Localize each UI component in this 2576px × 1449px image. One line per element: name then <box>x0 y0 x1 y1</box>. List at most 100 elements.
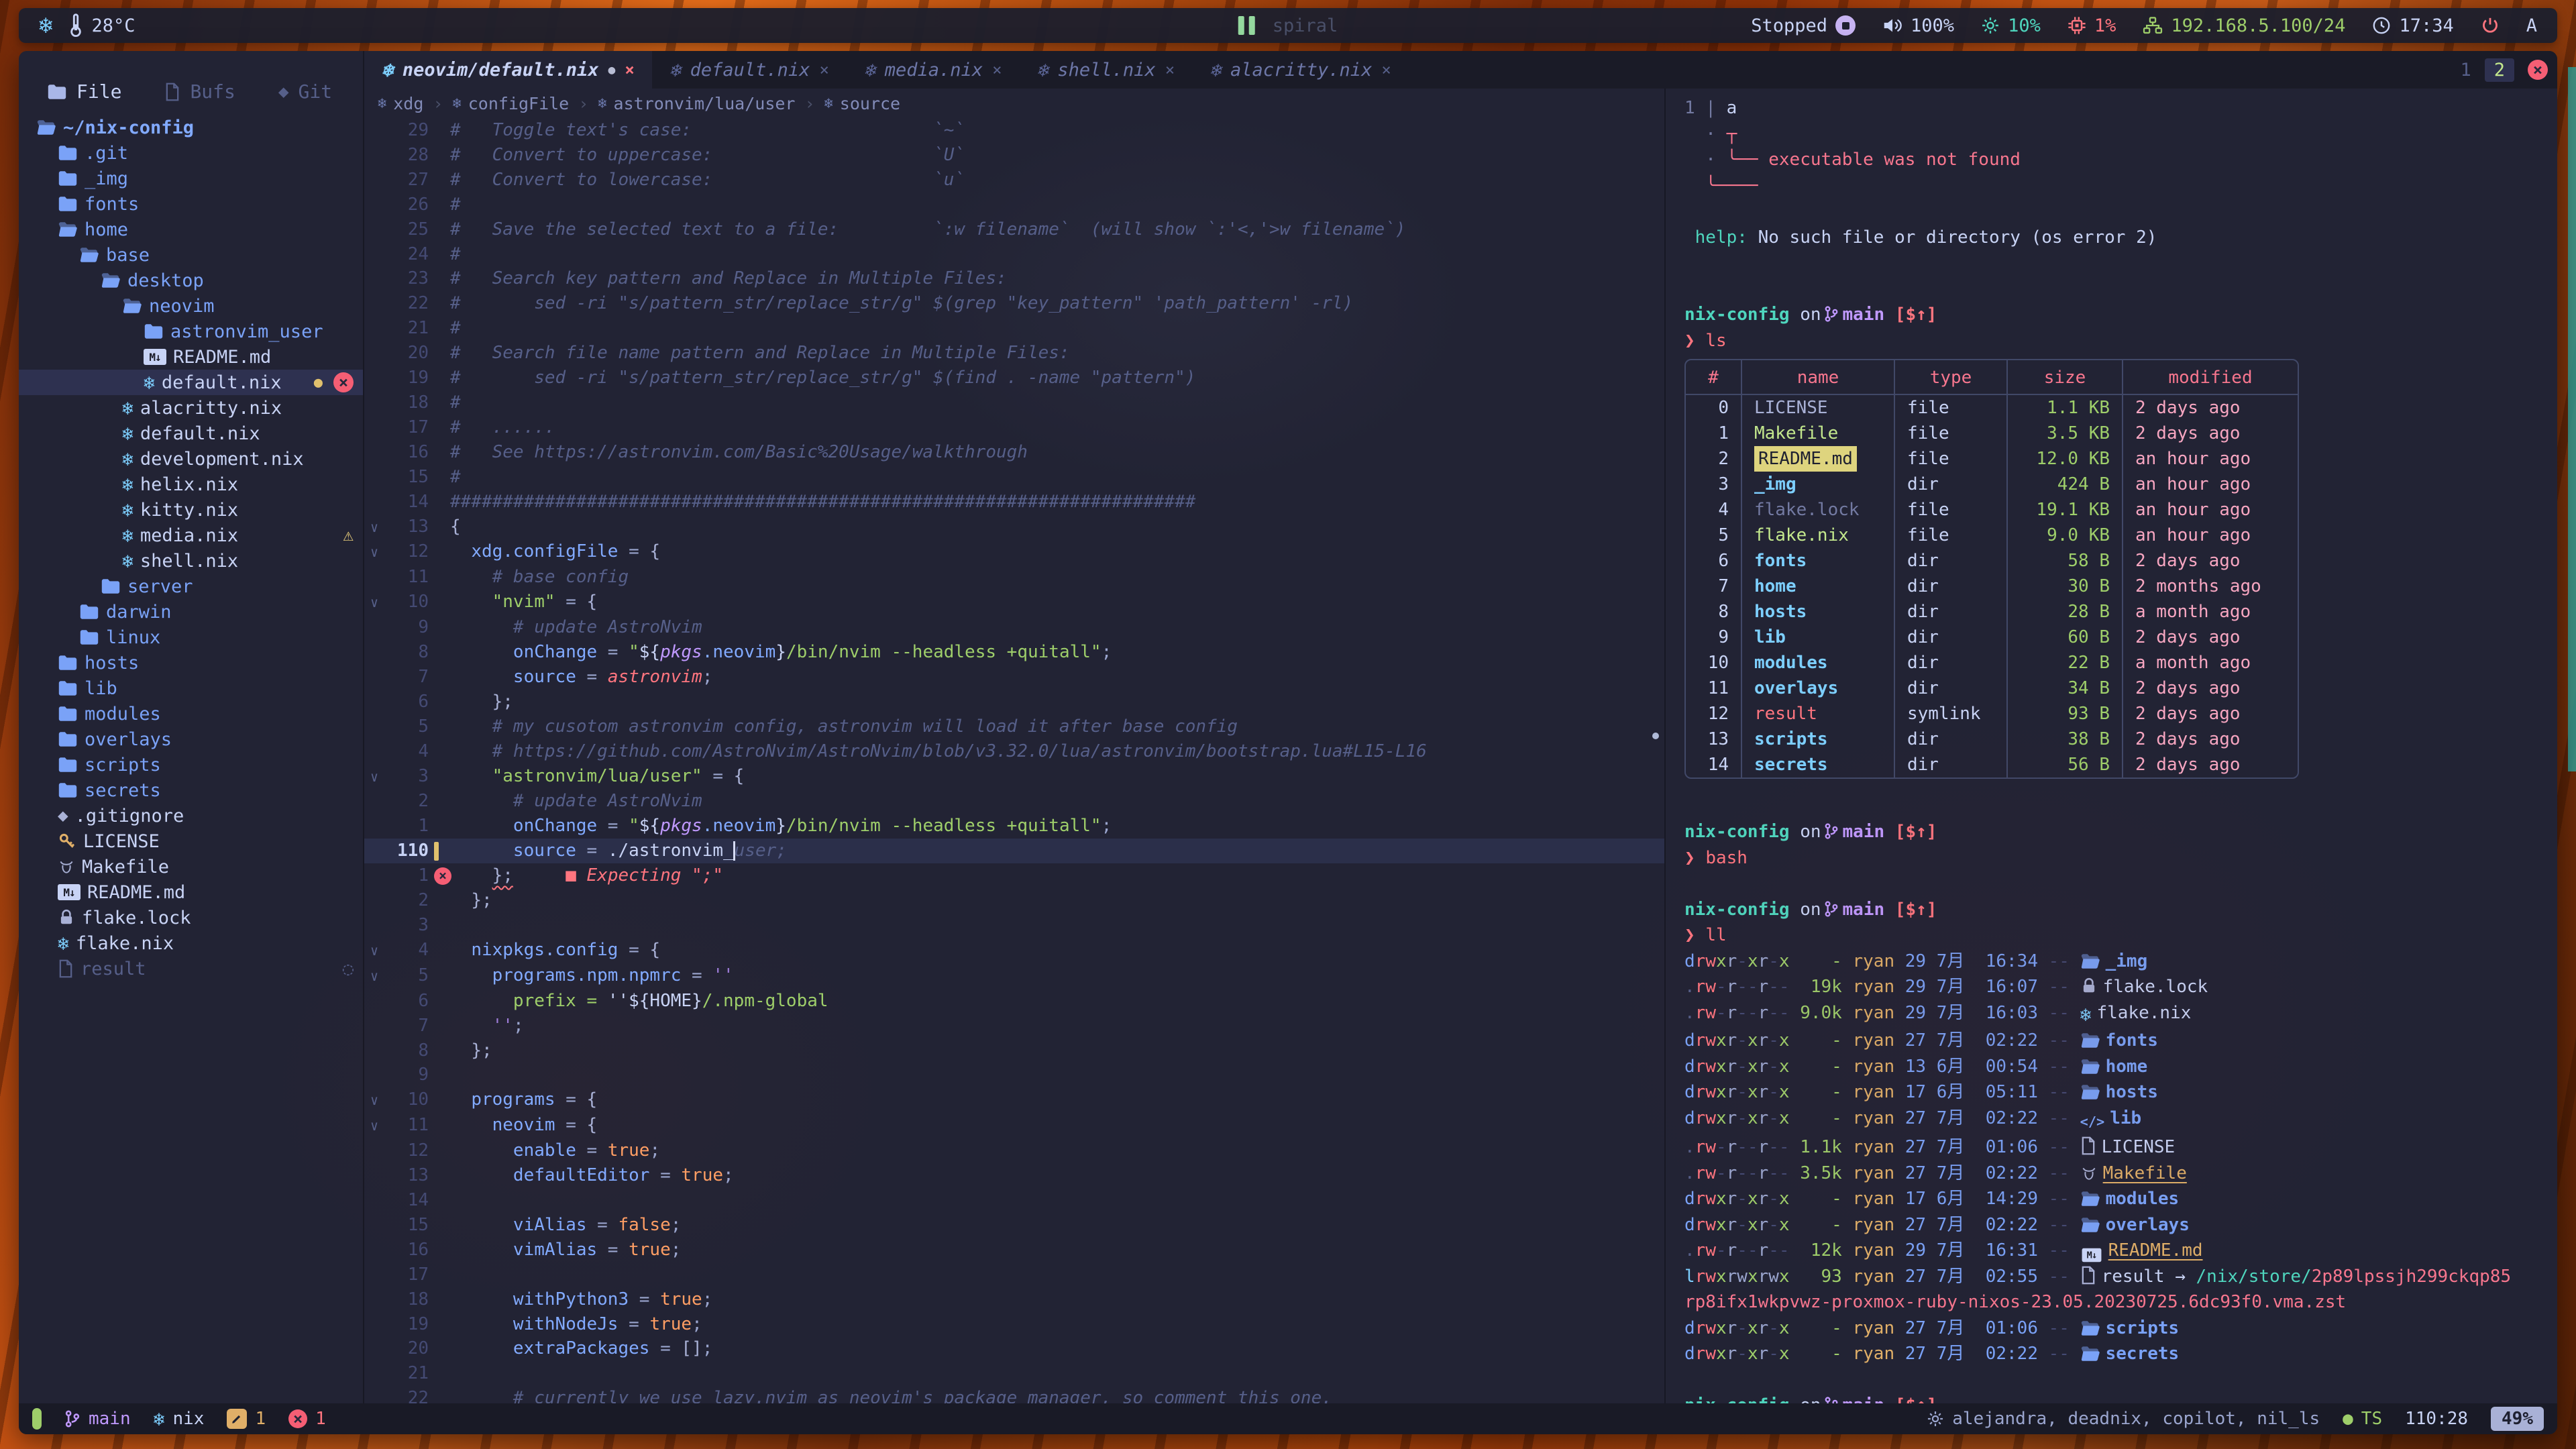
code-line[interactable]: 2 }; <box>364 888 1664 913</box>
code-line[interactable]: 6 }; <box>364 690 1664 714</box>
tree-item-server[interactable]: server <box>19 574 363 599</box>
tabpage-1[interactable]: 1 <box>2460 60 2471 80</box>
tree-item-alacritty.nix[interactable]: ❄alacritty.nix <box>19 395 363 421</box>
code-line[interactable]: 29# Toggle text's case: `~` <box>364 118 1664 143</box>
tree-item-flake.nix[interactable]: ❄flake.nix <box>19 930 363 956</box>
code-line[interactable]: 15 viAlias = false; <box>364 1213 1664 1238</box>
buffer-tab-media.nix[interactable]: ❄media.nix× <box>847 51 1020 89</box>
tree-item-scripts[interactable]: scripts <box>19 752 363 777</box>
clock-widget[interactable]: 17:34 <box>2372 15 2453 36</box>
tree-item-darwin[interactable]: darwin <box>19 599 363 625</box>
tree-item-README.md[interactable]: M↓README.md <box>19 344 363 370</box>
tree-item-linux[interactable]: linux <box>19 625 363 650</box>
tree-item-secrets[interactable]: secrets <box>19 777 363 803</box>
tree-item-base[interactable]: base <box>19 242 363 268</box>
shell-command[interactable]: ❯ bash <box>1684 845 2557 871</box>
statusline-modified[interactable]: 1 <box>227 1409 266 1429</box>
cursor-position[interactable]: 110:28 <box>2405 1409 2468 1429</box>
code-line[interactable]: ∨13{ <box>364 515 1664 540</box>
code-line[interactable]: 5 # my cusotom astronvim config, astronv… <box>364 714 1664 739</box>
tree-item-astronvim_user[interactable]: astronvim_user <box>19 319 363 344</box>
code-line[interactable]: 22 # currently we use lazy.nvim as neovi… <box>364 1386 1664 1403</box>
tree-item-.git[interactable]: .git <box>19 140 363 166</box>
breadcrumb-item-xdg[interactable]: ❄xdg <box>378 94 423 113</box>
code-line[interactable]: 26# <box>364 193 1664 217</box>
buffer-tab-default.nix[interactable]: ❄default.nix× <box>652 51 847 89</box>
tree-item-~/nix-config[interactable]: ~/nix-config <box>19 115 363 140</box>
editor-pane[interactable]: ❄xdg›❄configFile›❄astronvim/lua/user›❄so… <box>364 89 1666 1403</box>
buffer-tab-alacritty.nix[interactable]: ❄alacritty.nix× <box>1192 51 1409 89</box>
code-line[interactable]: 19 withNodeJs = true; <box>364 1312 1664 1337</box>
tree-item-default.nix[interactable]: ❄default.nix●× <box>19 370 363 395</box>
network-widget[interactable]: 192.168.5.100/24 <box>2143 15 2345 36</box>
code-line[interactable]: 18# <box>364 390 1664 415</box>
tree-item-fonts[interactable]: fonts <box>19 191 363 217</box>
code-line[interactable]: ∨11 neovim = { <box>364 1113 1664 1138</box>
code-line[interactable]: 8 onChange = "${pkgs.neovim}/bin/nvim --… <box>364 640 1664 665</box>
fold-marker[interactable]: ∨ <box>364 765 384 790</box>
code-line[interactable]: ∨10 programs = { <box>364 1087 1664 1113</box>
player-status-widget[interactable]: Stopped <box>1751 15 1856 36</box>
shell-command[interactable]: ❯ ls <box>1684 328 2557 354</box>
code-line[interactable]: ∨3 "astronvim/lua/user" = { <box>364 764 1664 790</box>
code-line[interactable]: 23# Search key pattern and Replace in Mu… <box>364 266 1664 291</box>
code-line[interactable]: 110 source = ./astronvim_user; <box>364 839 1664 863</box>
code-line[interactable]: 16 vimAlias = true; <box>364 1238 1664 1263</box>
tree-item-modules[interactable]: modules <box>19 701 363 727</box>
code-line[interactable]: ∨12 xdg.configFile = { <box>364 539 1664 565</box>
code-line[interactable]: 9 <box>364 1063 1664 1087</box>
buffer-close-icon[interactable]: × <box>1165 60 1175 79</box>
tree-item-helix.nix[interactable]: ❄helix.nix <box>19 472 363 497</box>
buffer-tab-shell.nix[interactable]: ❄shell.nix× <box>1020 51 1193 89</box>
code-line[interactable]: 9 # update AstroNvim <box>364 615 1664 640</box>
breadcrumb-item-astronvim/lua/user[interactable]: ❄astronvim/lua/user <box>598 94 795 113</box>
code-line[interactable]: 16# See https://astronvim.com/Basic%20Us… <box>364 440 1664 465</box>
buffer-tab-neovim/default.nix[interactable]: ❄neovim/default.nix●× <box>364 51 652 89</box>
pause-icon[interactable] <box>1238 16 1255 35</box>
tree-item-desktop[interactable]: desktop <box>19 268 363 293</box>
code-area[interactable]: 29# Toggle text's case: `~`28# Convert t… <box>364 118 1664 1403</box>
nixos-logo-icon[interactable]: ❄ <box>39 12 52 39</box>
fold-marker[interactable]: ∨ <box>364 515 384 540</box>
fold-marker[interactable]: ∨ <box>364 938 384 963</box>
code-line[interactable]: 11 # base config <box>364 565 1664 590</box>
statusline-git-branch[interactable]: main <box>64 1409 131 1429</box>
code-line[interactable]: 17# ...... <box>364 415 1664 440</box>
buffer-close-icon[interactable]: × <box>819 60 828 79</box>
layout-indicator[interactable]: A <box>2526 15 2537 36</box>
shell-command[interactable]: ❯ ll <box>1684 922 2557 949</box>
code-line[interactable]: 22# sed -ri "s/pattern_str/replace_str/g… <box>364 291 1664 316</box>
tree-item-Makefile[interactable]: Makefile <box>19 854 363 879</box>
fold-marker[interactable]: ∨ <box>364 1114 384 1138</box>
cpu-widget[interactable]: 10% <box>1981 15 2041 36</box>
statusline-treesitter[interactable]: ● TS <box>2343 1409 2382 1429</box>
code-line[interactable]: 8 }; <box>364 1038 1664 1063</box>
code-line[interactable]: 1× }; ■ Expecting ";" <box>364 863 1664 888</box>
breadcrumb-item-source[interactable]: ❄source <box>824 94 901 113</box>
tabpage-2[interactable]: 2 <box>2485 58 2514 82</box>
fold-marker[interactable]: ∨ <box>364 540 384 565</box>
tree-item-README.md[interactable]: M↓README.md <box>19 879 363 905</box>
code-line[interactable]: 7 source = astronvim; <box>364 665 1664 690</box>
sidebar-tab-git[interactable]: ◆Git <box>278 80 332 103</box>
code-line[interactable]: 28# Convert to uppercase: `U` <box>364 143 1664 168</box>
scroll-percent[interactable]: 49% <box>2491 1407 2544 1431</box>
code-line[interactable]: 2 # update AstroNvim <box>364 789 1664 814</box>
code-line[interactable]: ∨4 nixpkgs.config = { <box>364 938 1664 963</box>
tree-item-flake.lock[interactable]: flake.lock <box>19 905 363 930</box>
terminal-pane[interactable]: 1 | a · ┬ · ╰── executable was not found… <box>1666 89 2557 1403</box>
tree-item-.gitignore[interactable]: ◆.gitignore <box>19 803 363 828</box>
code-line[interactable]: 20# Search file name pattern and Replace… <box>364 341 1664 366</box>
code-line[interactable]: 13 defaultEditor = true; <box>364 1163 1664 1188</box>
code-line[interactable]: ∨10 "nvim" = { <box>364 590 1664 615</box>
code-line[interactable]: 3 <box>364 913 1664 938</box>
fold-marker[interactable]: ∨ <box>364 964 384 989</box>
tabline-close-icon[interactable]: × <box>2528 60 2548 80</box>
tree-item-home[interactable]: home <box>19 217 363 242</box>
code-line[interactable]: 24# <box>364 242 1664 267</box>
tree-item-neovim[interactable]: neovim <box>19 293 363 319</box>
tree-item-lib[interactable]: lib <box>19 676 363 701</box>
tree-item-LICENSE[interactable]: LICENSE <box>19 828 363 854</box>
memory-widget[interactable]: 1% <box>2068 15 2116 36</box>
code-line[interactable]: 17 <box>364 1263 1664 1287</box>
